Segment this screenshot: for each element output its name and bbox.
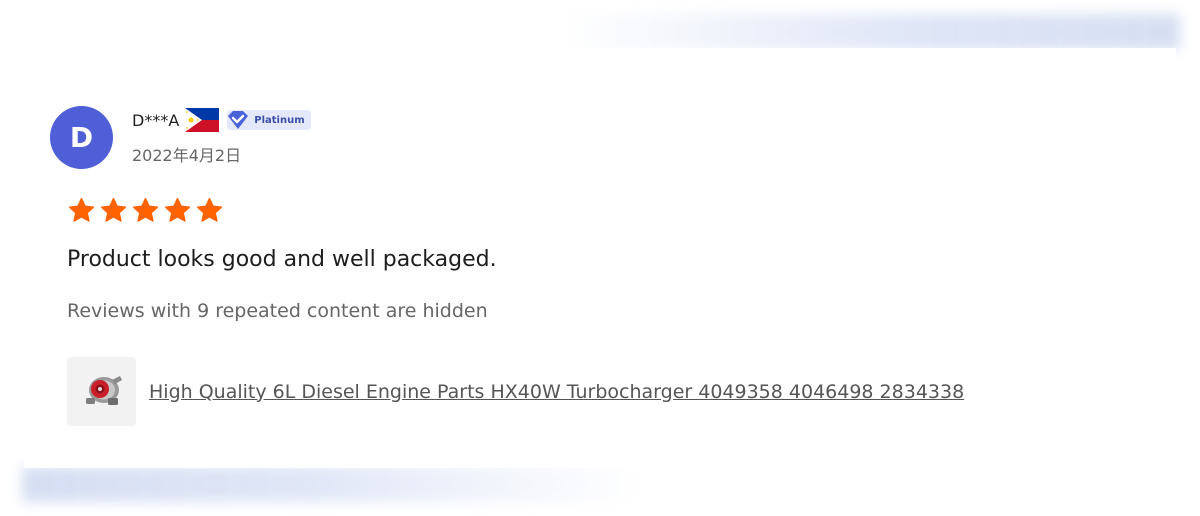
- platinum-badge: Platinum: [227, 110, 311, 130]
- philippines-flag-icon: [185, 108, 220, 132]
- avatar: D: [50, 106, 113, 169]
- product-reference: High Quality 6L Diesel Engine Parts HX40…: [67, 357, 964, 426]
- star-icon: [68, 197, 95, 222]
- star-icon: [100, 197, 127, 222]
- star-icon: [132, 197, 159, 222]
- background-glow-bottom: [22, 466, 642, 502]
- background-glow-top: [560, 14, 1180, 50]
- badge-label: Platinum: [254, 114, 305, 126]
- reviewer-name: D***A: [132, 110, 180, 130]
- star-icon: [164, 197, 191, 222]
- star-icon: [196, 197, 223, 222]
- star-rating: [66, 196, 225, 225]
- hidden-reviews-note: Reviews with 9 repeated content are hidd…: [67, 300, 488, 322]
- diamond-heart-icon: [228, 111, 249, 129]
- review-text: Product looks good and well packaged.: [67, 247, 497, 272]
- review-date: 2022年4月2日: [132, 146, 242, 165]
- product-title-link[interactable]: High Quality 6L Diesel Engine Parts HX40…: [149, 381, 964, 403]
- reviewer-info: D***A Platinum: [132, 108, 311, 132]
- avatar-letter: D: [69, 121, 94, 154]
- product-thumbnail[interactable]: [67, 357, 136, 426]
- turbocharger-image: [85, 375, 122, 405]
